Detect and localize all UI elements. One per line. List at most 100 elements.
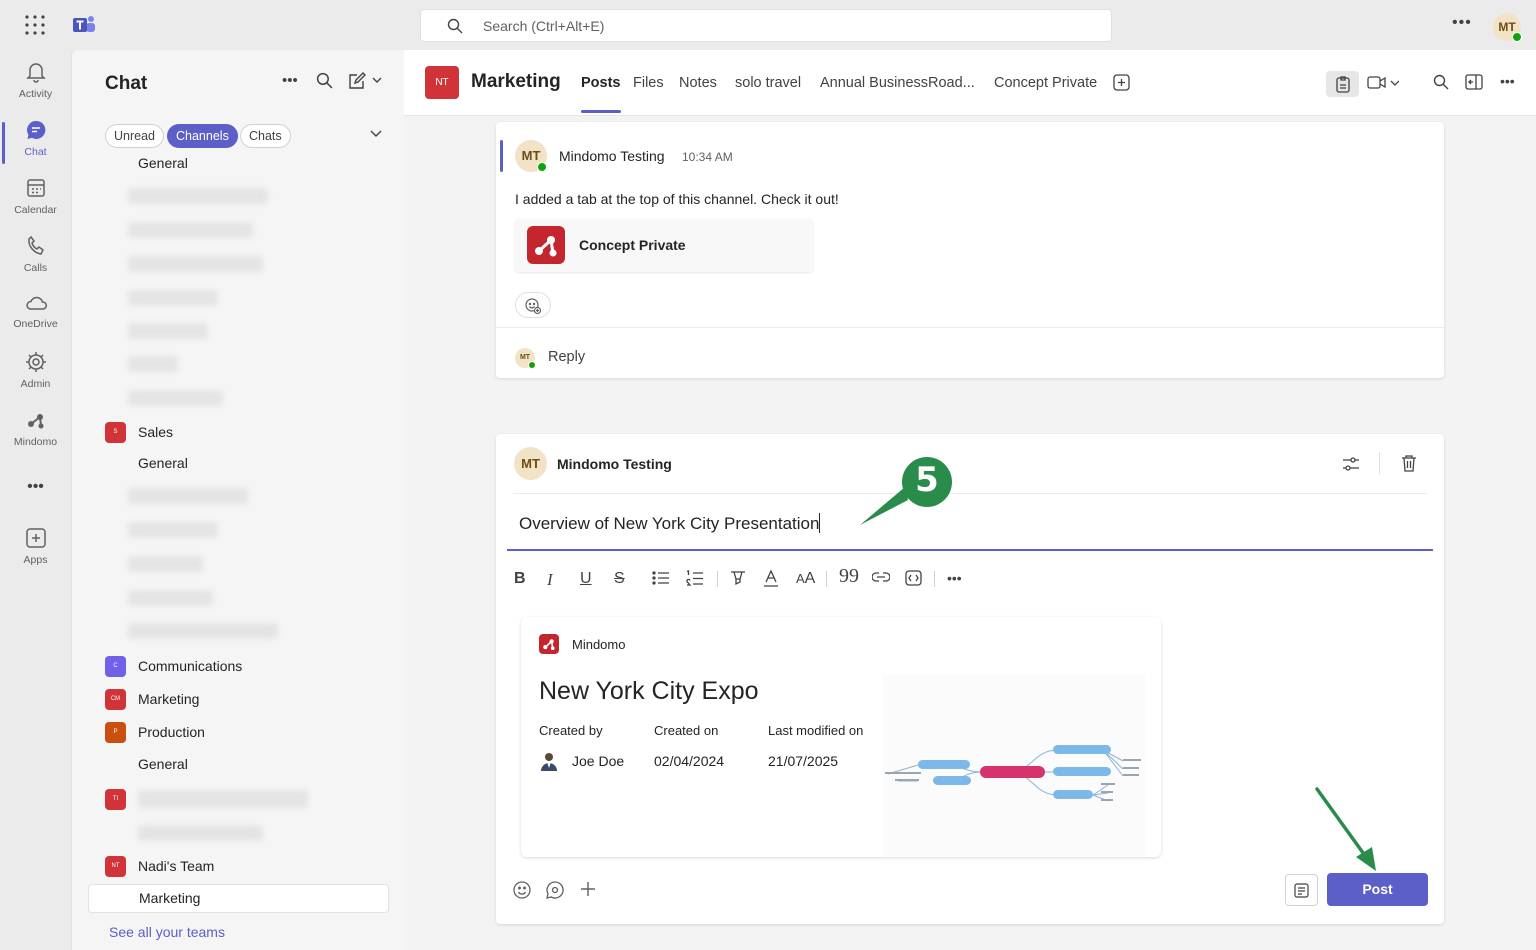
highlight-icon[interactable] [730, 570, 746, 586]
discard-post-icon[interactable] [1401, 454, 1417, 472]
composer-initials: MT [521, 456, 540, 471]
divider [513, 493, 1427, 494]
team-name: Production [138, 724, 205, 740]
tab-files[interactable]: Files [633, 75, 664, 91]
link-icon[interactable] [872, 570, 890, 584]
add-tab-icon[interactable] [1113, 74, 1130, 91]
more-options-icon[interactable]: ••• [1452, 14, 1472, 32]
mindomo-preview-card[interactable]: Mindomo New York City Expo Created by Cr… [521, 617, 1161, 857]
presence-available-icon [537, 162, 547, 172]
strikethrough-icon[interactable]: S [614, 570, 625, 588]
filter-unread[interactable]: Unread [105, 124, 164, 148]
filter-channels[interactable]: Channels [167, 124, 238, 148]
meeting-notes-icon[interactable] [1326, 71, 1359, 97]
bulleted-list-icon[interactable] [652, 570, 670, 586]
composer-author: Mindomo Testing [557, 456, 672, 472]
calendar-icon [0, 176, 71, 200]
app-rail: Activity Chat Calendar Calls OneDrive Ad… [0, 50, 71, 950]
tab-annual-businessroad[interactable]: Annual BusinessRoad... [820, 75, 975, 91]
filter-chats[interactable]: Chats [240, 124, 291, 148]
bold-icon[interactable]: B [514, 570, 526, 588]
blurred-channel[interactable] [128, 623, 278, 639]
modified-value: 21/07/2025 [768, 753, 839, 769]
author-initials: MT [521, 148, 541, 163]
unread-indicator [500, 140, 503, 172]
filter-search-icon[interactable] [316, 72, 333, 89]
search-icon[interactable] [1433, 74, 1449, 90]
channel-marketing-selected[interactable]: Marketing [88, 884, 389, 913]
loop-component-icon[interactable] [546, 881, 564, 899]
rail-mindomo[interactable]: Mindomo [0, 408, 71, 462]
search-icon [447, 18, 463, 34]
tab-solo-travel[interactable]: solo travel [735, 75, 801, 91]
rail-label: Activity [18, 88, 53, 100]
blurred-channel[interactable] [128, 290, 218, 306]
teams-logo-icon [72, 14, 96, 36]
blurred-channel[interactable] [128, 390, 223, 406]
reply-button[interactable]: Reply [548, 349, 585, 365]
global-search-input[interactable]: Search (Ctrl+Alt+E) [420, 9, 1112, 42]
chevron-down-icon[interactable] [370, 130, 382, 138]
underline-icon[interactable]: U [580, 570, 592, 588]
code-snippet-icon[interactable] [905, 570, 922, 586]
rail-admin[interactable]: Admin [0, 350, 71, 404]
pane-more-icon[interactable]: ••• [282, 72, 298, 89]
post-button[interactable]: Post [1327, 873, 1428, 906]
post-settings-icon[interactable] [1342, 456, 1360, 472]
drafts-icon[interactable] [1285, 874, 1318, 906]
rail-onedrive[interactable]: OneDrive [0, 292, 71, 346]
blurred-channel[interactable] [128, 522, 218, 538]
map-title: New York City Expo [539, 677, 759, 705]
new-chat-icon[interactable] [348, 72, 384, 90]
blurred-channel[interactable] [128, 556, 203, 572]
blurred-channel[interactable] [128, 188, 268, 204]
tab-notes[interactable]: Notes [679, 75, 717, 91]
font-color-icon[interactable] [763, 570, 779, 587]
italic-icon[interactable]: I [547, 570, 553, 590]
numbered-list-icon[interactable] [686, 570, 704, 587]
mindomo-logo-icon [539, 634, 559, 654]
attach-plus-icon[interactable] [580, 881, 596, 897]
quote-icon[interactable]: 99 [839, 565, 859, 588]
created-on-label: Created on [654, 723, 719, 738]
blurred-channel[interactable] [128, 488, 248, 504]
blurred-team-name[interactable] [138, 790, 308, 808]
tab-concept-private[interactable]: Concept Private [994, 75, 1097, 91]
see-all-teams-link[interactable]: See all your teams [109, 924, 225, 940]
add-reaction-button[interactable] [515, 292, 551, 318]
blurred-channel[interactable] [138, 825, 263, 841]
blurred-channel[interactable] [128, 356, 178, 372]
channel-general[interactable]: General [138, 155, 188, 171]
more-formatting-icon[interactable]: ••• [947, 570, 962, 586]
rail-calendar[interactable]: Calendar [0, 176, 71, 230]
app-launcher-icon[interactable] [24, 14, 46, 36]
emoji-icon[interactable] [513, 881, 531, 899]
apps-plus-icon [0, 526, 71, 550]
blurred-channel[interactable] [128, 590, 213, 606]
rail-more-icon[interactable]: ••• [0, 478, 71, 498]
rail-activity[interactable]: Activity [0, 60, 71, 114]
subject-focus-underline [507, 549, 1433, 551]
rail-chat[interactable]: Chat [0, 118, 71, 172]
blurred-channel[interactable] [128, 222, 253, 238]
tab-posts[interactable]: Posts [581, 75, 621, 113]
open-side-panel-icon[interactable] [1465, 74, 1483, 90]
subject-input[interactable]: Overview of New York City Presentation [519, 513, 821, 534]
brand-name: Mindomo [572, 637, 626, 652]
author-avatar: MT [515, 140, 547, 172]
step-callout-arrow [860, 457, 952, 525]
blurred-channel[interactable] [128, 323, 208, 339]
toolbar-separator [717, 571, 718, 587]
rail-label: Calendar [14, 204, 57, 216]
font-size-icon[interactable]: AA [796, 570, 815, 588]
mindomo-icon [0, 408, 71, 432]
video-call-icon[interactable] [1367, 75, 1399, 91]
rail-calls[interactable]: Calls [0, 234, 71, 288]
channel-general[interactable]: General [138, 756, 188, 772]
channel-general[interactable]: General [138, 455, 188, 471]
tab-link-card[interactable]: Concept Private [515, 219, 813, 272]
more-options-icon[interactable]: ••• [1500, 73, 1515, 89]
blurred-channel[interactable] [128, 256, 263, 272]
user-avatar[interactable]: MT [1493, 13, 1522, 42]
rail-apps[interactable]: Apps [0, 526, 71, 580]
